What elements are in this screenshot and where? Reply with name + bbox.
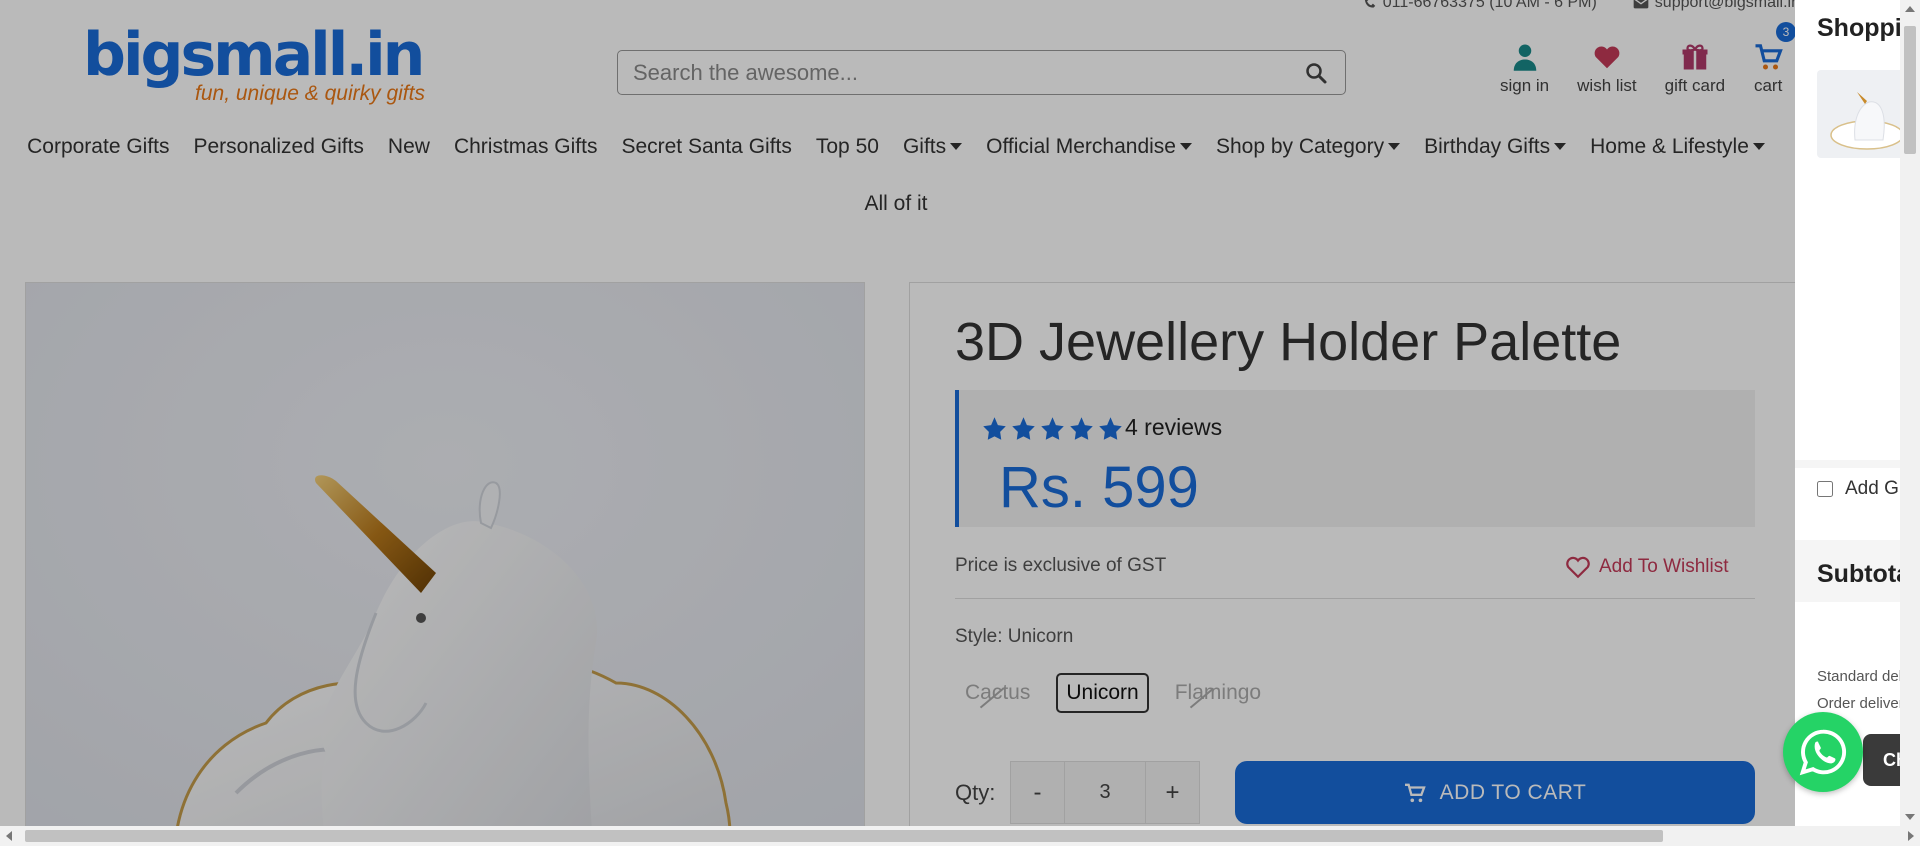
scrollbar-thumb[interactable] [1904,26,1916,154]
gift-wrap-checkbox[interactable] [1817,481,1833,497]
scroll-up-arrow[interactable] [1905,6,1915,12]
scroll-left-arrow[interactable] [6,831,12,841]
whatsapp-icon [1799,729,1847,776]
scrollbar-thumb[interactable] [25,830,1663,842]
horizontal-scrollbar[interactable] [0,826,1920,846]
scroll-right-arrow[interactable] [1908,831,1914,841]
vertical-scrollbar[interactable] [1900,0,1920,826]
product-page: 011-66763375 (10 AM - 6 PM) support@bigs… [0,0,1920,846]
delivery-note: Order delivery [1817,695,1912,712]
modal-backdrop[interactable] [0,0,1795,846]
scroll-down-arrow[interactable] [1905,814,1915,820]
whatsapp-button[interactable] [1783,712,1863,792]
